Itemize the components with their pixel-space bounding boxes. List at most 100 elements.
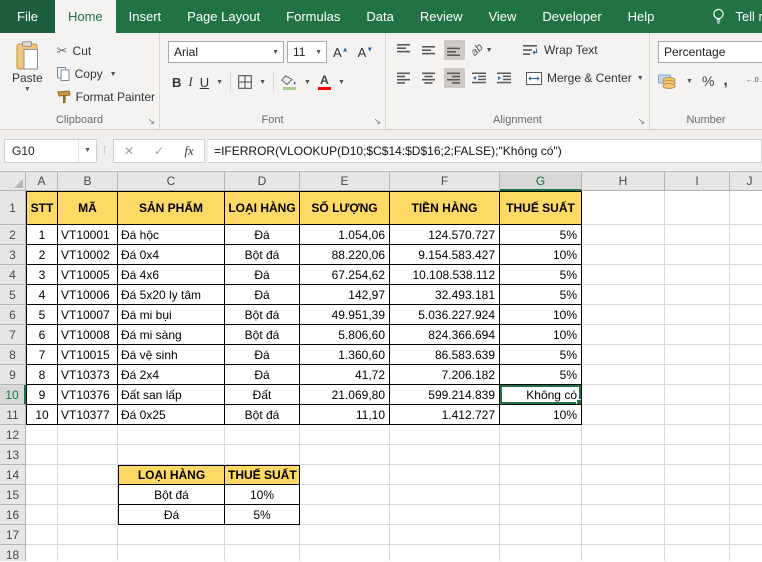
cell-H14[interactable] [582,465,665,485]
cell-A11[interactable]: 10 [26,405,58,425]
cell-E15[interactable] [300,485,390,505]
cell-C14[interactable]: LOẠI HÀNG [118,465,225,485]
cell-I16[interactable] [665,505,730,525]
cell-B8[interactable]: VT10015 [58,345,118,365]
align-bottom-button[interactable] [444,40,465,60]
cell-E4[interactable]: 67.254,62 [300,265,390,285]
cell-A17[interactable] [26,525,58,545]
cell-I7[interactable] [665,325,730,345]
cell-D12[interactable] [225,425,300,445]
cell-G13[interactable] [500,445,582,465]
borders-dropdown-icon[interactable]: ▼ [259,79,266,86]
cell-H1[interactable] [582,191,665,225]
cell-D10[interactable]: Đất [225,385,300,405]
cell-H4[interactable] [582,265,665,285]
align-left-button[interactable] [394,68,415,88]
cell-A18[interactable] [26,545,58,561]
cell-G11[interactable]: 10% [500,405,582,425]
align-center-button[interactable] [419,68,440,88]
cell-D7[interactable]: Bột đá [225,325,300,345]
cell-J16[interactable] [730,505,762,525]
cell-I15[interactable] [665,485,730,505]
cell-C6[interactable]: Đá mi bụi [118,305,225,325]
cell-C17[interactable] [118,525,225,545]
cell-A14[interactable] [26,465,58,485]
fill-color-button[interactable] [281,75,297,90]
cell-C7[interactable]: Đá mi sàng [118,325,225,345]
cell-G18[interactable] [500,545,582,561]
column-header-B[interactable]: B [58,172,118,191]
tab-developer[interactable]: Developer [529,0,614,33]
cell-A10[interactable]: 9 [26,385,58,405]
cell-I12[interactable] [665,425,730,445]
cell-G7[interactable]: 10% [500,325,582,345]
cell-I18[interactable] [665,545,730,561]
cell-E5[interactable]: 142,97 [300,285,390,305]
cell-F8[interactable]: 86.583.639 [390,345,500,365]
row-header-14[interactable]: 14 [0,465,26,485]
cell-A3[interactable]: 2 [26,245,58,265]
cell-H15[interactable] [582,485,665,505]
cell-F2[interactable]: 124.570.727 [390,225,500,245]
cell-J15[interactable] [730,485,762,505]
cell-F11[interactable]: 1.412.727 [390,405,500,425]
row-header-10[interactable]: 10 [0,385,26,405]
row-header-11[interactable]: 11 [0,405,26,425]
cell-I4[interactable] [665,265,730,285]
cell-A12[interactable] [26,425,58,445]
align-top-button[interactable] [394,40,415,60]
cell-D1[interactable]: LOẠI HÀNG [225,191,300,225]
cell-I2[interactable] [665,225,730,245]
cell-I11[interactable] [665,405,730,425]
cell-I14[interactable] [665,465,730,485]
font-dialog-launcher-icon[interactable]: ↘ [373,117,381,126]
cell-J2[interactable] [730,225,762,245]
cell-F4[interactable]: 10.108.538.112 [390,265,500,285]
italic-button[interactable]: I [188,74,192,90]
row-header-9[interactable]: 9 [0,365,26,385]
cell-G8[interactable]: 5% [500,345,582,365]
cell-G1[interactable]: THUẾ SUẤT [500,191,582,225]
cell-J4[interactable] [730,265,762,285]
cell-C12[interactable] [118,425,225,445]
cell-A7[interactable]: 6 [26,325,58,345]
cell-G6[interactable]: 10% [500,305,582,325]
name-box[interactable]: G10 ▼ [4,139,97,163]
cell-G14[interactable] [500,465,582,485]
cell-E9[interactable]: 41,72 [300,365,390,385]
fill-color-dropdown-icon[interactable]: ▼ [304,79,311,86]
cell-F3[interactable]: 9.154.583.427 [390,245,500,265]
cell-J11[interactable] [730,405,762,425]
cell-C2[interactable]: Đá hộc [118,225,225,245]
cut-button[interactable]: ✂ Cut [57,41,155,61]
tell-me-box[interactable]: Tell me what yo [711,0,762,33]
cell-A6[interactable]: 5 [26,305,58,325]
cell-F10[interactable]: 599.214.839 [390,385,500,405]
decrease-font-button[interactable]: A▼ [355,45,377,60]
accounting-format-icon[interactable] [658,74,677,89]
cell-J18[interactable] [730,545,762,561]
cell-E16[interactable] [300,505,390,525]
align-right-button[interactable] [444,68,465,88]
tab-data[interactable]: Data [353,0,406,33]
cell-D14[interactable]: THUẾ SUẤT [225,465,300,485]
column-header-H[interactable]: H [582,172,665,191]
fx-icon[interactable]: fx [174,143,204,159]
cell-G16[interactable] [500,505,582,525]
paste-button[interactable]: Paste ▼ [8,39,47,107]
cell-B16[interactable] [58,505,118,525]
tab-review[interactable]: Review [407,0,476,33]
cell-B12[interactable] [58,425,118,445]
cell-E7[interactable]: 5.806,60 [300,325,390,345]
cell-B11[interactable]: VT10377 [58,405,118,425]
name-box-dropdown-icon[interactable]: ▼ [78,140,96,162]
orientation-button[interactable]: ab ▼ [469,40,495,60]
cancel-icon[interactable]: ✕ [114,144,144,158]
cell-F18[interactable] [390,545,500,561]
cell-J17[interactable] [730,525,762,545]
cell-G3[interactable]: 10% [500,245,582,265]
align-middle-button[interactable] [419,40,440,60]
cell-H13[interactable] [582,445,665,465]
copy-button[interactable]: Copy ▼ [57,64,155,84]
cell-B4[interactable]: VT10005 [58,265,118,285]
